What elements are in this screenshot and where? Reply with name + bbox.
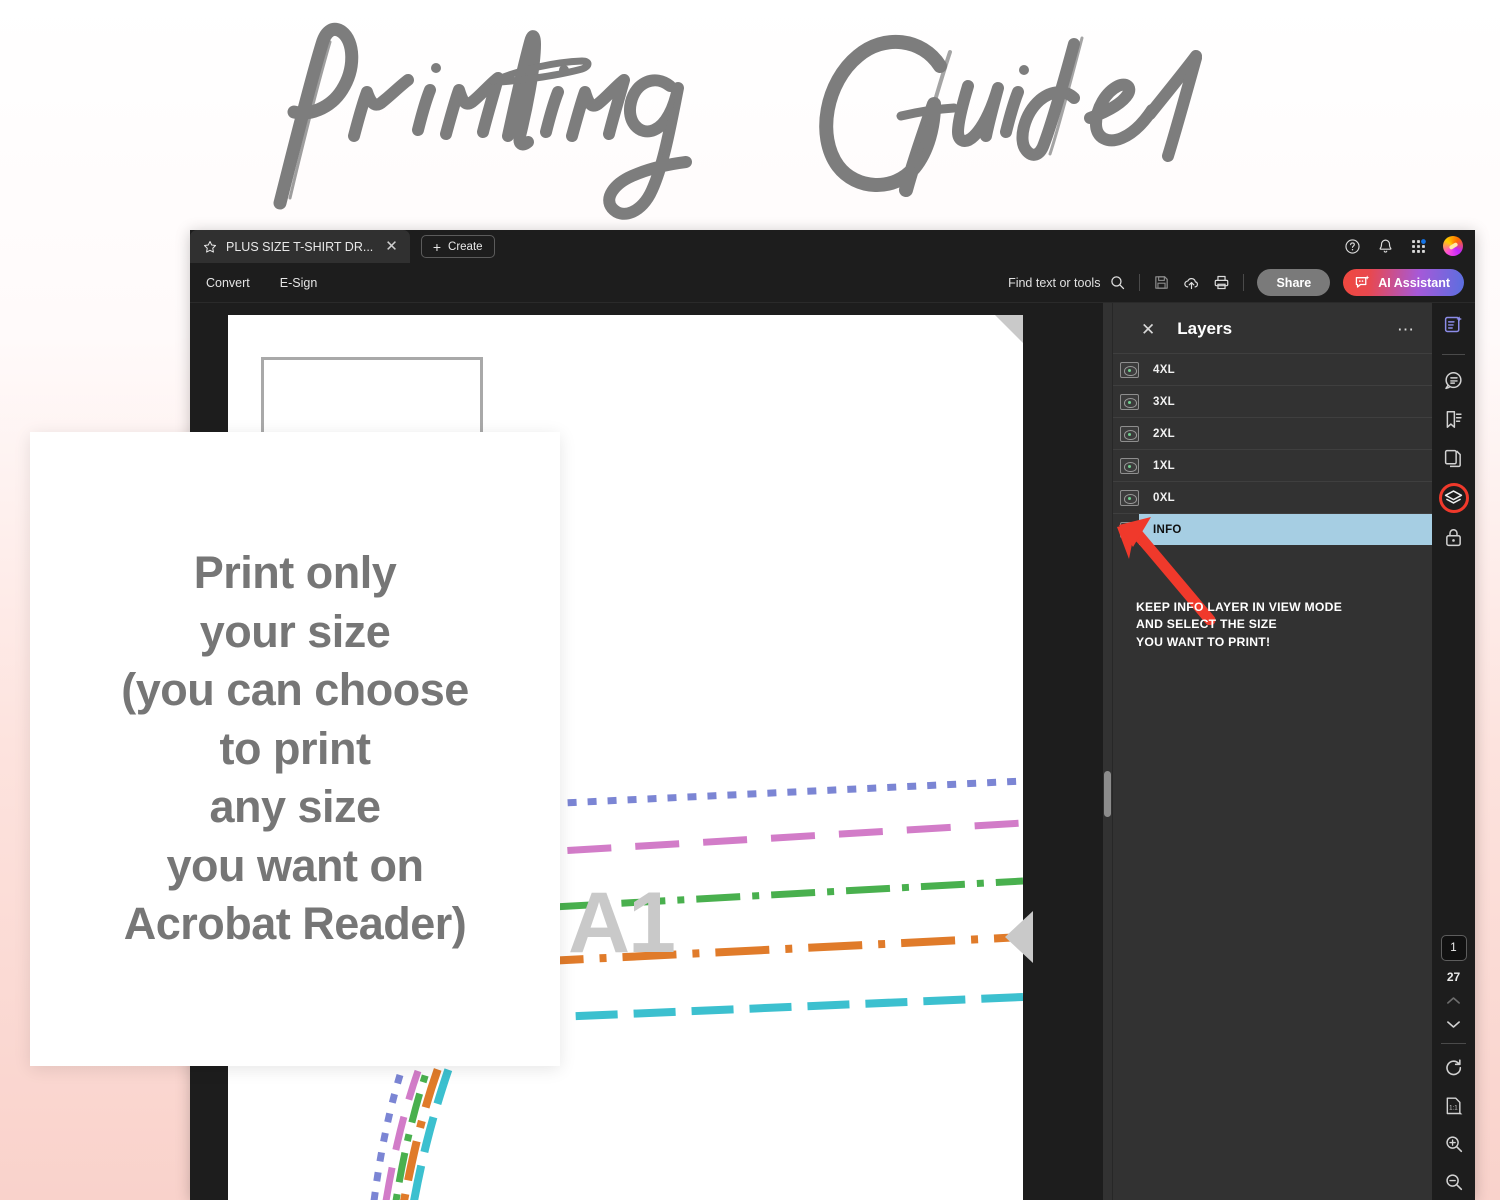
chevron-down-icon[interactable] xyxy=(1445,1019,1462,1030)
note-line: (you can choose xyxy=(121,664,469,716)
document-tab-label: PLUS SIZE T-SHIRT DR... xyxy=(226,239,374,254)
rail-divider-2 xyxy=(1441,1043,1466,1044)
more-options-icon[interactable]: ⋯ xyxy=(1397,321,1416,338)
help-icon[interactable] xyxy=(1344,238,1361,255)
vertical-scrollbar[interactable] xyxy=(1103,303,1112,1200)
menu-item-convert[interactable]: Convert xyxy=(206,276,250,290)
window-top-right-icons xyxy=(1344,236,1475,263)
zoom-out-icon[interactable] xyxy=(1444,1172,1464,1192)
note-line: to print xyxy=(219,722,371,774)
layer-row-body[interactable]: 4XL xyxy=(1139,354,1432,385)
zoom-in-icon[interactable] xyxy=(1444,1134,1464,1154)
layer-name: 4XL xyxy=(1153,363,1175,376)
note-card-overlay: Print only your size (you can choose to … xyxy=(30,432,560,1066)
toolbar-divider-2 xyxy=(1243,274,1245,291)
layer-name: 0XL xyxy=(1153,491,1175,504)
share-button[interactable]: Share xyxy=(1257,269,1331,296)
close-icon[interactable]: ✕ xyxy=(385,239,398,254)
protect-lock-icon[interactable] xyxy=(1443,527,1464,548)
create-button-label: Create xyxy=(448,240,483,253)
layer-row-body[interactable]: 1XL xyxy=(1139,450,1432,481)
layer-row-body[interactable]: 0XL xyxy=(1139,482,1432,513)
document-tab[interactable]: PLUS SIZE T-SHIRT DR... ✕ xyxy=(190,230,410,263)
edit-pdf-icon[interactable] xyxy=(1443,314,1464,335)
chevron-up-icon[interactable] xyxy=(1445,995,1462,1006)
layer-row[interactable]: 4XL xyxy=(1113,353,1432,385)
layer-row-body[interactable]: 3XL xyxy=(1139,386,1432,417)
search-icon[interactable] xyxy=(1109,274,1126,291)
rail-divider xyxy=(1442,354,1465,355)
layers-panel-header: ✕ Layers ⋯ xyxy=(1113,303,1432,353)
print-icon[interactable] xyxy=(1213,274,1230,291)
layer-row[interactable]: 0XL xyxy=(1113,481,1432,513)
avatar[interactable] xyxy=(1443,236,1463,256)
toolbar-divider xyxy=(1139,274,1141,291)
layer-visibility-icon[interactable] xyxy=(1120,489,1139,506)
layer-visibility-icon[interactable] xyxy=(1120,425,1139,442)
menu-item-esign[interactable]: E-Sign xyxy=(280,276,318,290)
ai-assistant-button[interactable]: AI Assistant xyxy=(1343,269,1464,296)
current-page-input[interactable]: 1 xyxy=(1440,935,1467,961)
find-text-or-tools[interactable]: Find text or tools xyxy=(1008,274,1126,291)
star-icon[interactable] xyxy=(203,240,217,254)
layer-row[interactable]: 1XL xyxy=(1113,449,1432,481)
close-icon[interactable]: ✕ xyxy=(1141,321,1155,338)
right-tool-rail: 1 27 1:1 xyxy=(1432,303,1475,1200)
notification-bell-icon[interactable] xyxy=(1377,238,1394,255)
find-label: Find text or tools xyxy=(1008,275,1101,290)
toolbar: Convert E-Sign Find text or tools Share … xyxy=(190,263,1475,303)
organize-pages-icon[interactable] xyxy=(1443,448,1464,469)
page-watermark: A1 xyxy=(568,875,676,971)
layer-visibility-icon[interactable] xyxy=(1120,393,1139,410)
note-line: Acrobat Reader) xyxy=(123,898,467,950)
note-line: your size xyxy=(199,605,391,657)
note-line: any size xyxy=(209,781,381,833)
layers-panel-title: Layers xyxy=(1177,319,1233,338)
layers-panel: ✕ Layers ⋯ 4XL 3XL 2XL 1XL 0XL INFO KEEP… xyxy=(1112,303,1432,1200)
plus-icon: + xyxy=(432,238,442,255)
callout-line-2: AND SELECT THE SIZE xyxy=(1136,617,1277,632)
comment-icon[interactable] xyxy=(1443,370,1464,391)
callout-line-3: YOU WANT TO PRINT! xyxy=(1136,634,1271,649)
rotate-icon[interactable] xyxy=(1444,1058,1464,1078)
note-line: you want on xyxy=(166,839,425,891)
page-navigation-controls: 1 27 1:1 xyxy=(1432,935,1475,1194)
layer-row[interactable]: 2XL xyxy=(1113,417,1432,449)
layer-name: 2XL xyxy=(1153,427,1175,440)
ai-sparkle-icon xyxy=(1355,275,1370,288)
total-page-count: 27 xyxy=(1446,970,1461,984)
ai-assistant-label: AI Assistant xyxy=(1378,275,1450,290)
layers-icon[interactable] xyxy=(1444,489,1463,508)
layer-row-body[interactable]: 2XL xyxy=(1139,418,1432,449)
layer-visibility-icon[interactable] xyxy=(1120,361,1139,378)
scrollbar-thumb[interactable] xyxy=(1104,771,1111,817)
app-grid-icon[interactable] xyxy=(1410,238,1427,255)
layers-callout-text: KEEP INFO LAYER IN VIEW MODE AND SELECT … xyxy=(1136,599,1342,651)
bookmark-icon[interactable] xyxy=(1443,409,1464,430)
note-line: Print only xyxy=(193,547,397,599)
layer-name: 3XL xyxy=(1153,395,1175,408)
page-arrow-marker xyxy=(1005,911,1033,963)
create-button[interactable]: + Create xyxy=(420,235,495,258)
callout-line-1: KEEP INFO LAYER IN VIEW MODE xyxy=(1136,600,1343,614)
toolbar-right: Find text or tools Share AI Assistant xyxy=(1008,269,1464,296)
layers-icon-highlight-ring[interactable] xyxy=(1438,483,1469,513)
save-icon[interactable] xyxy=(1153,274,1170,291)
layer-name: 1XL xyxy=(1153,459,1175,472)
layer-visibility-icon[interactable] xyxy=(1120,457,1139,474)
cloud-upload-icon[interactable] xyxy=(1183,274,1200,291)
layer-row[interactable]: 3XL xyxy=(1113,385,1432,417)
fit-page-icon[interactable]: 1:1 xyxy=(1444,1096,1464,1116)
window-tab-bar: PLUS SIZE T-SHIRT DR... ✕ + Create xyxy=(190,230,1475,263)
svg-text:1:1: 1:1 xyxy=(1449,1104,1458,1111)
